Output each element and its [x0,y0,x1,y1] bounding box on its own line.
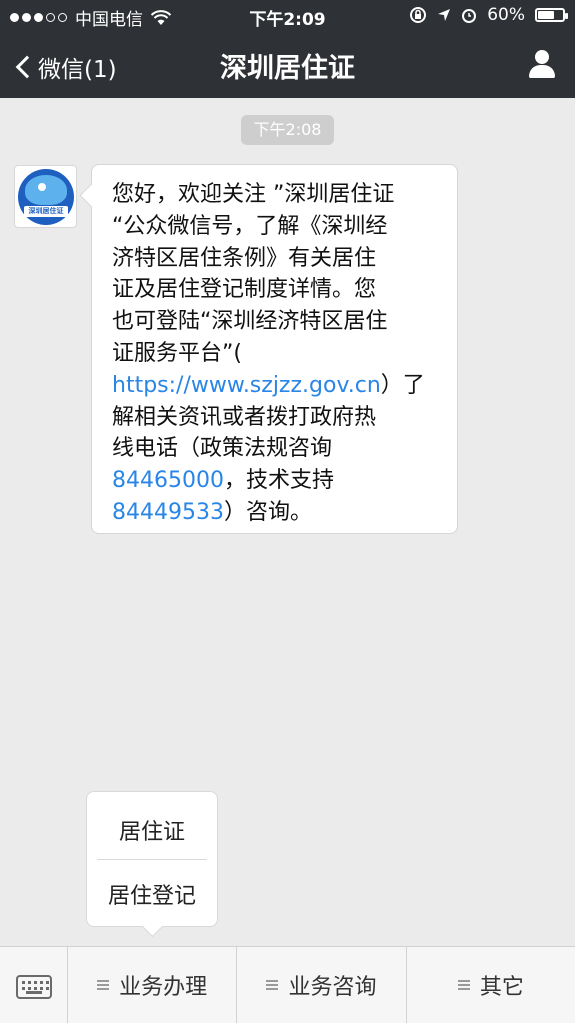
submenu-item-residence-registration[interactable]: 居住登记 [87,878,217,910]
submenu-item-residence-permit[interactable]: 居住证 [87,814,217,846]
header: 中国电信 下午2:09 60% 微信(1) 深圳居住证 [0,0,575,98]
menu-tab-label: 业务咨询 [288,975,377,1000]
menu-tab-label: 其它 [479,975,524,1000]
message-line: 84449533）咨询。 [112,499,312,525]
menu-tab-other[interactable]: 其它 [407,947,575,1023]
message-line: 84465000，技术支持 [112,468,334,494]
rotation-lock-icon [410,7,427,23]
message-line: “公众微信号，了解《深圳经 [112,213,388,239]
message-line: 也可登陆“深圳经济特区居住 [112,309,388,335]
status-bar: 中国电信 下午2:09 60% [0,0,575,32]
alarm-icon [462,9,477,23]
message-line: 解相关资讯或者拨打政府热 [112,404,377,430]
menu-lines-icon [97,980,110,990]
keyboard-icon [16,975,52,999]
menu-tab-consult[interactable]: 业务咨询 [237,947,407,1023]
menu-tab-label: 业务办理 [119,975,208,1000]
battery-icon [535,8,568,22]
menu-tab-business[interactable]: 业务办理 [68,947,238,1023]
location-icon [438,9,451,21]
message-bubble: 您好，欢迎关注 ”深圳居住证 “公众微信号，了解《深圳经 济特区居住条例》有关居… [91,164,458,534]
page-title: 深圳居住证 [220,53,355,84]
website-link[interactable]: https://www.szjzz.gov.cn [112,373,381,398]
phone-link-policy[interactable]: 84465000 [112,468,224,493]
message-line: 证及居住登记制度详情。您 [112,277,377,303]
menu-lines-icon [266,980,279,990]
nav-bar: 微信(1) 深圳居住证 [0,32,575,98]
submenu-popup: 居住证 居住登记 [86,791,218,927]
battery-percent: 60% [487,5,525,25]
message-line: 证服务平台”( [112,340,242,366]
message-timestamp: 下午2:08 [241,115,334,145]
keyboard-toggle-button[interactable] [0,947,68,1023]
avatar[interactable]: 深圳居住证 [14,165,77,228]
divider [97,859,207,860]
message-line: 济特区居住条例》有关居住 [112,245,377,271]
menu-lines-icon [457,980,470,990]
profile-icon[interactable] [527,50,557,80]
message-line: https://www.szjzz.gov.cn）了 [112,372,425,398]
avatar-text: 深圳居住证 [24,206,68,217]
message-line: 您好，欢迎关注 ”深圳居住证 [112,182,395,207]
bottom-menu-bar: 业务办理 业务咨询 其它 [0,946,575,1023]
phone-link-support[interactable]: 84449533 [112,500,224,525]
message-line: 线电话（政策法规咨询 [112,436,333,462]
